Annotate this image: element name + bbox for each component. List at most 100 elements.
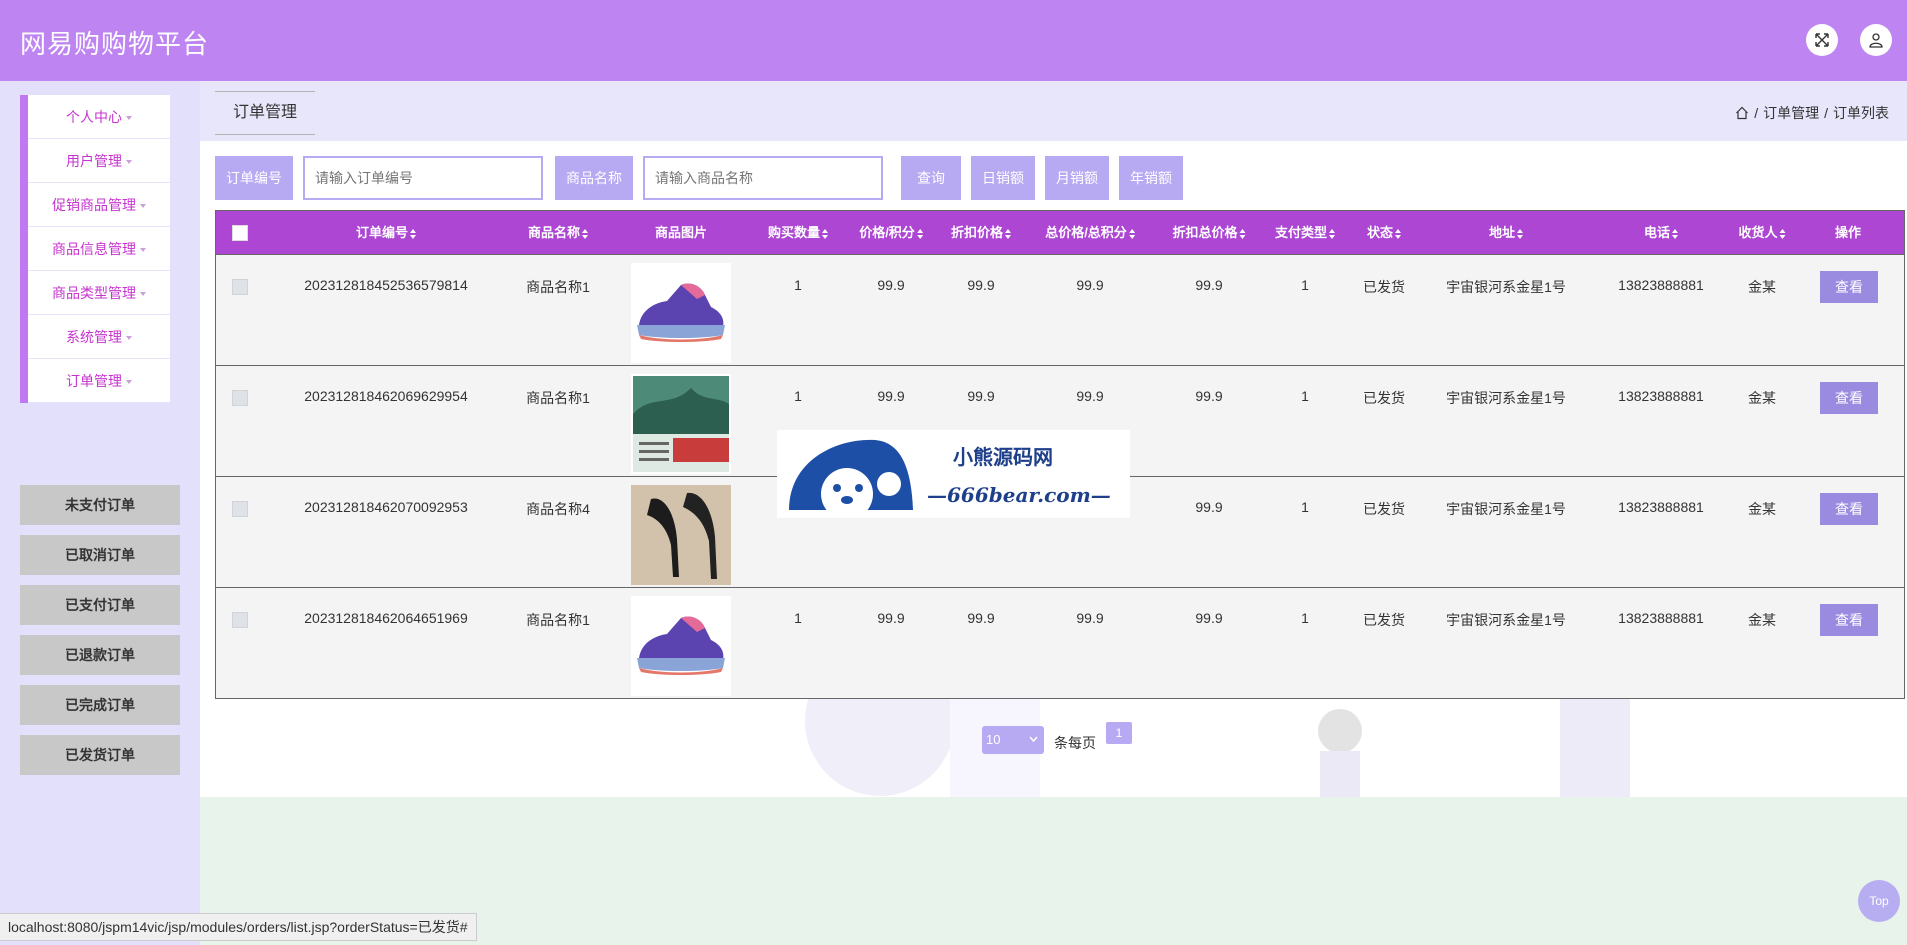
page-number-button[interactable]: 1 xyxy=(1106,722,1132,744)
menu-item-user-management[interactable]: 用户管理 xyxy=(28,139,170,183)
cell-pay-type: 1 xyxy=(1301,499,1309,515)
menu-item-product-type-management[interactable]: 商品类型管理 xyxy=(28,271,170,315)
breadcrumb-separator: / xyxy=(1824,105,1828,121)
breadcrumb-order-list: 订单列表 xyxy=(1833,105,1889,121)
menu-item-label: 个人中心 xyxy=(66,109,122,125)
col-header[interactable]: 地址 xyxy=(1488,211,1524,254)
cell-product-name: 商品名称1 xyxy=(526,612,590,628)
view-button[interactable]: 查看 xyxy=(1820,493,1878,525)
cell-discount-price: 99.9 xyxy=(967,388,995,404)
page-title: 订单管理 xyxy=(215,91,315,135)
home-icon[interactable] xyxy=(1735,106,1749,120)
user-button[interactable] xyxy=(1860,24,1892,56)
cell-discount-total: 99.9 xyxy=(1195,610,1223,626)
row-checkbox[interactable] xyxy=(232,279,248,295)
cell-price: 99.9 xyxy=(877,277,905,293)
col-header[interactable]: 支付类型 xyxy=(1275,211,1336,254)
menu-item-product-info-management[interactable]: 商品信息管理 xyxy=(28,227,170,271)
col-header[interactable]: 状态 xyxy=(1367,211,1402,254)
cell-phone: 13823888881 xyxy=(1618,388,1704,404)
row-checkbox[interactable] xyxy=(232,501,248,517)
menu-item-label: 用户管理 xyxy=(66,153,122,169)
product-image-sneaker xyxy=(631,596,731,696)
order-no-input[interactable] xyxy=(303,156,543,200)
submenu-shipped-orders[interactable]: 已发货订单 xyxy=(20,735,180,775)
page-size-value: 10 xyxy=(986,732,1001,747)
cell-quantity: 1 xyxy=(794,388,802,404)
monthly-sales-button[interactable]: 月销额 xyxy=(1045,156,1109,200)
col-header-label: 操作 xyxy=(1834,225,1862,240)
col-header[interactable]: 收货人 xyxy=(1738,211,1786,254)
cell-total-price: 99.9 xyxy=(1076,277,1104,293)
cell-quantity: 1 xyxy=(794,610,802,626)
page-size-select[interactable]: 10 xyxy=(982,726,1044,754)
sort-icon xyxy=(1395,228,1402,239)
cell-discount-price: 99.9 xyxy=(967,277,995,293)
cell-pay-type: 1 xyxy=(1301,277,1309,293)
col-header[interactable]: 折扣价格 xyxy=(951,211,1012,254)
col-header[interactable]: 商品名称 xyxy=(528,211,589,254)
watermark-subtitle: —666bear.com— xyxy=(927,483,1111,507)
cell-status: 已发货 xyxy=(1363,390,1405,406)
sort-icon xyxy=(822,228,829,239)
submenu-completed-orders[interactable]: 已完成订单 xyxy=(20,685,180,725)
col-header-label: 电话 xyxy=(1643,225,1671,240)
query-button[interactable]: 查询 xyxy=(901,156,961,200)
sort-icon xyxy=(1672,228,1679,239)
submenu-cancelled-orders[interactable]: 已取消订单 xyxy=(20,535,180,575)
table-row: 2023128184525365798​14 商品名称1 1 99.9 99.9… xyxy=(216,254,1904,365)
table-header: 订单编号 商品名称 商品图片 购买数量 价格/积分 折扣价格 总价格/总积分 折… xyxy=(216,211,1904,254)
menu-item-label: 系统管理 xyxy=(66,329,122,345)
submenu-unpaid-orders[interactable]: 未支付订单 xyxy=(20,485,180,525)
back-to-top-button[interactable]: Top xyxy=(1858,880,1900,922)
col-header-label: 价格/积分 xyxy=(859,225,915,240)
col-header[interactable]: 购买数量 xyxy=(768,211,829,254)
col-header-label: 地址 xyxy=(1488,225,1516,240)
yearly-sales-button[interactable]: 年销额 xyxy=(1119,156,1183,200)
caret-down-icon xyxy=(126,336,132,341)
menu-item-promotion-management[interactable]: 促销商品管理 xyxy=(28,183,170,227)
cell-total-price: 99.9 xyxy=(1076,610,1104,626)
submenu-refunded-orders[interactable]: 已退款订单 xyxy=(20,635,180,675)
sort-icon xyxy=(1329,228,1336,239)
cell-status: 已发货 xyxy=(1363,612,1405,628)
row-checkbox[interactable] xyxy=(232,390,248,406)
col-header[interactable]: 折扣总价格 xyxy=(1172,211,1246,254)
sidebar-menu: 个人中心 用户管理 促销商品管理 商品信息管理 商品类型管理 系统管理 订单管理 xyxy=(20,95,170,403)
product-name-input[interactable] xyxy=(643,156,883,200)
col-header-label: 订单编号 xyxy=(355,225,409,240)
table-row: 202312818462064651969 商品名称1 1 99.9 99.9 … xyxy=(216,587,1904,698)
col-header: 操作 xyxy=(1835,211,1861,254)
row-checkbox[interactable] xyxy=(232,612,248,628)
cell-receiver: 金某 xyxy=(1748,501,1776,517)
daily-sales-button[interactable]: 日销额 xyxy=(971,156,1035,200)
menu-item-system-management[interactable]: 系统管理 xyxy=(28,315,170,359)
menu-item-personal-center[interactable]: 个人中心 xyxy=(28,95,170,139)
per-page-label: 条每页 xyxy=(1054,735,1096,751)
col-header[interactable]: 电话 xyxy=(1643,211,1679,254)
menu-item-label: 订单管理 xyxy=(66,373,122,389)
col-header[interactable]: 总价格/总积分 xyxy=(1045,211,1135,254)
breadcrumb-order-management[interactable]: 订单管理 xyxy=(1763,103,1819,123)
sort-icon xyxy=(1517,228,1524,239)
product-image-book xyxy=(631,374,731,474)
col-header-label: 总价格/总积分 xyxy=(1045,225,1127,240)
product-name-label: 商品名称 xyxy=(555,156,633,200)
col-header-label: 收货人 xyxy=(1738,225,1778,240)
view-button[interactable]: 查看 xyxy=(1820,382,1878,414)
sort-icon xyxy=(1128,228,1135,239)
col-header[interactable]: 价格/积分 xyxy=(859,211,923,254)
caret-down-icon xyxy=(126,116,132,121)
col-header[interactable]: 订单编号 xyxy=(355,211,417,254)
select-all-checkbox[interactable] xyxy=(232,225,248,241)
cell-product-name: 商品名称1 xyxy=(526,279,590,295)
cell-address: 宇宙银河系金星1号 xyxy=(1446,501,1566,517)
menu-item-label: 商品信息管理 xyxy=(52,241,136,257)
view-button[interactable]: 查看 xyxy=(1820,604,1878,636)
caret-down-icon xyxy=(140,292,146,297)
view-button[interactable]: 查看 xyxy=(1820,271,1878,303)
sidebar: 个人中心 用户管理 促销商品管理 商品信息管理 商品类型管理 系统管理 订单管理… xyxy=(0,81,200,945)
submenu-paid-orders[interactable]: 已支付订单 xyxy=(20,585,180,625)
menu-item-order-management[interactable]: 订单管理 xyxy=(28,359,170,403)
fullscreen-button[interactable] xyxy=(1806,24,1838,56)
